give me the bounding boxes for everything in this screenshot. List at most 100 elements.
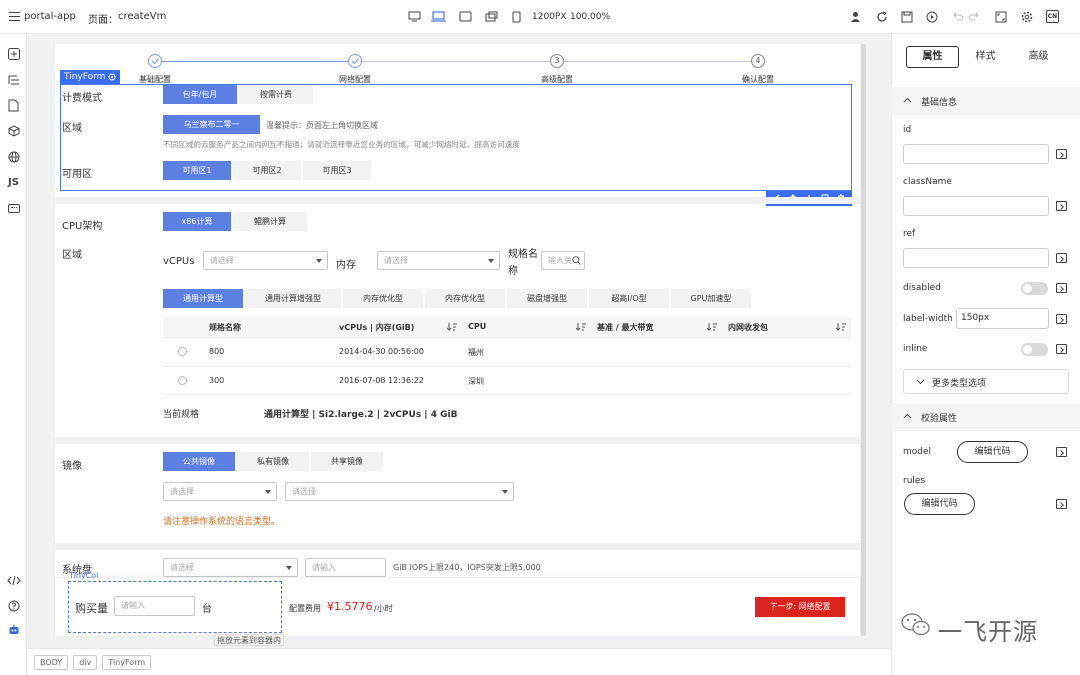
- bind-variable-icon[interactable]: [1056, 499, 1067, 509]
- javascript-icon[interactable]: JS: [8, 177, 19, 188]
- step-circle[interactable]: [348, 54, 362, 68]
- disk-type-select[interactable]: 请选择: [163, 558, 298, 577]
- zoom-level[interactable]: 100.00%: [570, 12, 610, 22]
- spec-tab[interactable]: 磁盘增强型: [507, 289, 587, 308]
- bind-variable-icon[interactable]: [1056, 253, 1067, 263]
- model-edit-code-button[interactable]: 编辑代码: [957, 441, 1028, 463]
- zone-option[interactable]: 可用区2: [233, 161, 301, 180]
- spec-name-input[interactable]: 输入关: [541, 251, 585, 270]
- step-circle[interactable]: 3: [550, 54, 564, 68]
- tinyform-tag[interactable]: TinyForm: [60, 70, 121, 84]
- zone-option[interactable]: 可用区3: [303, 161, 371, 180]
- image-option[interactable]: 共享镜像: [311, 452, 383, 471]
- breadcrumb-item[interactable]: TinyForm: [102, 654, 152, 670]
- undo-icon[interactable]: [953, 12, 963, 21]
- app-name[interactable]: portal-app: [24, 11, 76, 22]
- id-input[interactable]: [903, 144, 1049, 164]
- bind-variable-icon[interactable]: [1056, 447, 1067, 457]
- tablet-landscape-icon[interactable]: [458, 10, 472, 23]
- search-icon[interactable]: [572, 256, 581, 265]
- validation-section[interactable]: 校验属性: [891, 403, 1080, 431]
- desktop-icon[interactable]: [407, 10, 421, 23]
- spec-tab[interactable]: 内存优化型: [425, 289, 505, 308]
- preview-icon[interactable]: [926, 11, 938, 23]
- inline-toggle[interactable]: [1021, 343, 1048, 356]
- tinyform-tag-label: TinyForm: [64, 72, 106, 82]
- spec-tab[interactable]: 超高I/O型: [589, 289, 669, 308]
- billing-option[interactable]: 按需计费: [239, 85, 313, 104]
- row-radio[interactable]: [178, 376, 187, 385]
- help-icon[interactable]: [8, 600, 20, 612]
- bind-variable-icon[interactable]: [1056, 201, 1067, 211]
- gear-icon[interactable]: [1021, 11, 1033, 23]
- basic-info-section[interactable]: 基础信息: [891, 87, 1080, 115]
- bridge-icon[interactable]: [8, 204, 20, 213]
- code-icon[interactable]: [7, 575, 21, 586]
- spec-tab[interactable]: 内存优化型: [343, 289, 423, 308]
- spec-tab[interactable]: GPU加速型: [671, 289, 751, 308]
- tinycol-tag[interactable]: TinyCol: [69, 571, 98, 580]
- zone-option[interactable]: 可用区1: [163, 161, 231, 180]
- outline-tree-icon[interactable]: [8, 74, 20, 86]
- fullscreen-icon[interactable]: [995, 11, 1007, 23]
- robot-icon[interactable]: [8, 624, 20, 636]
- bind-variable-icon[interactable]: [1056, 149, 1067, 159]
- sort-icon[interactable]: [576, 322, 586, 331]
- save-icon[interactable]: [901, 11, 913, 23]
- panel-tab[interactable]: 高级: [1012, 46, 1065, 68]
- bind-variable-icon[interactable]: [1056, 344, 1067, 354]
- page-name[interactable]: createVm: [118, 11, 166, 22]
- gear-icon[interactable]: [108, 73, 116, 81]
- sort-icon[interactable]: [707, 322, 717, 331]
- region-button[interactable]: 乌兰察布二零一: [163, 115, 260, 134]
- next-step-button[interactable]: 下一步: 网络配置: [755, 597, 845, 617]
- tablet-rotate-icon[interactable]: [484, 10, 498, 23]
- redo-icon[interactable]: [969, 12, 979, 21]
- memory-select[interactable]: 请选择: [377, 251, 500, 270]
- canvas-scrollbar[interactable]: [861, 44, 866, 636]
- laptop-icon[interactable]: [431, 10, 446, 23]
- table-row[interactable]: [163, 367, 851, 395]
- breadcrumb-item[interactable]: BODY: [34, 654, 69, 670]
- image-option[interactable]: 私有镜像: [237, 452, 309, 471]
- vcpus-select[interactable]: 请选择: [203, 251, 328, 270]
- disk-size-input[interactable]: 请输入: [305, 558, 386, 577]
- table-row[interactable]: [163, 339, 851, 367]
- pages-icon[interactable]: [8, 99, 19, 112]
- disabled-toggle[interactable]: [1021, 282, 1048, 295]
- menu-icon[interactable]: [9, 12, 20, 21]
- viewport-width[interactable]: 1200PX: [532, 12, 567, 22]
- spec-tab[interactable]: 通用计算增强型: [245, 289, 341, 308]
- breadcrumb-item[interactable]: div: [73, 654, 98, 670]
- classname-input[interactable]: [903, 196, 1049, 216]
- ref-input[interactable]: [903, 248, 1049, 268]
- more-types-toggle[interactable]: 更多类型选项: [903, 369, 1069, 394]
- blocks-cube-icon[interactable]: [8, 125, 20, 137]
- image-os-select[interactable]: 请选择: [163, 482, 277, 501]
- globe-icon[interactable]: [8, 151, 20, 163]
- chevron-up-icon: [903, 413, 912, 419]
- step-circle[interactable]: [148, 54, 162, 68]
- add-component-icon[interactable]: [8, 48, 20, 60]
- sort-icon[interactable]: [447, 322, 457, 331]
- panel-tab[interactable]: 样式: [959, 46, 1012, 68]
- spec-tab[interactable]: 通用计算型: [163, 289, 243, 308]
- step-circle[interactable]: 4: [751, 54, 765, 68]
- mobile-icon[interactable]: [510, 10, 522, 23]
- label-width-input[interactable]: 150px: [956, 308, 1049, 329]
- refresh-icon[interactable]: [876, 11, 888, 23]
- image-version-select[interactable]: 请选择: [285, 482, 514, 501]
- bind-variable-icon[interactable]: [1056, 283, 1067, 293]
- user-icon[interactable]: [850, 11, 861, 22]
- billing-option[interactable]: 包年/包月: [163, 85, 237, 104]
- rules-edit-code-button[interactable]: 编辑代码: [904, 493, 975, 515]
- language-icon[interactable]: CN: [1046, 10, 1059, 23]
- panel-tab[interactable]: 属性: [906, 46, 959, 68]
- image-option[interactable]: 公共镜像: [163, 452, 235, 471]
- bind-variable-icon[interactable]: [1056, 314, 1067, 324]
- quantity-input[interactable]: 请输入: [114, 596, 195, 616]
- cpu-option[interactable]: x86计算: [163, 212, 231, 231]
- sort-icon[interactable]: [836, 322, 846, 331]
- row-radio[interactable]: [178, 347, 187, 356]
- cpu-option[interactable]: 鲲鹏计算: [233, 212, 307, 231]
